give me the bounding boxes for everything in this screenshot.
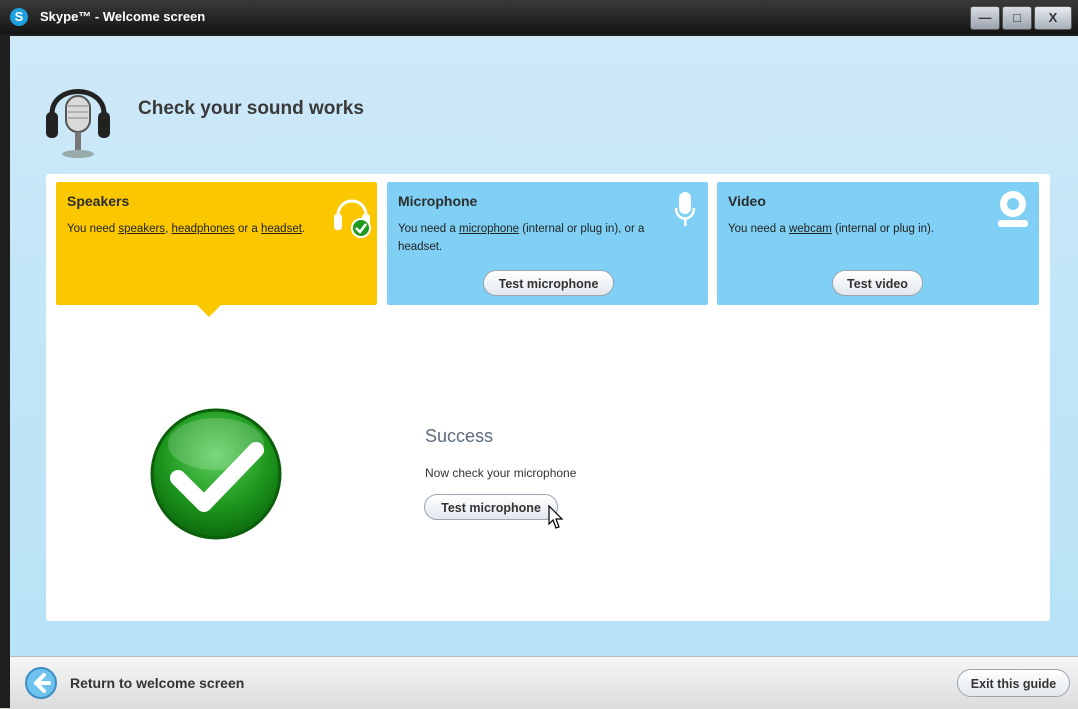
video-text-prefix: You need a bbox=[728, 223, 789, 235]
headphones-check-icon bbox=[334, 199, 371, 238]
microphone-icon bbox=[674, 192, 696, 226]
maximize-button[interactable]: □ bbox=[1002, 6, 1032, 30]
microphone-card[interactable]: Microphone You need a microphone (intern… bbox=[387, 182, 708, 305]
test-video-button[interactable]: Test video bbox=[832, 270, 923, 296]
skype-window: S Skype™ - Welcome screen — □ X Check yo… bbox=[0, 0, 1078, 709]
video-text-suffix: (internal or plug in). bbox=[831, 223, 935, 235]
speakers-text-prefix: You need bbox=[67, 223, 119, 235]
video-card-title: Video bbox=[728, 193, 766, 209]
return-to-welcome-link[interactable]: Return to welcome screen bbox=[70, 675, 244, 691]
microphone-headset-icon bbox=[46, 89, 110, 158]
video-card-text: You need a webcam (internal or plug in). bbox=[728, 220, 998, 238]
speakers-card-text: You need speakers, headphones or a heads… bbox=[67, 220, 337, 238]
success-message: Now check your microphone bbox=[425, 466, 577, 480]
microphone-card-title: Microphone bbox=[398, 193, 478, 209]
window-controls: — □ X bbox=[970, 6, 1072, 30]
speakers-card[interactable]: Speakers You need speakers, headphones o… bbox=[56, 182, 377, 305]
title-bar: S Skype™ - Welcome screen — □ X bbox=[0, 0, 1078, 34]
webcam-icon bbox=[998, 191, 1028, 227]
success-check-icon bbox=[150, 408, 282, 540]
skype-logo-icon: S bbox=[10, 8, 28, 26]
headphones-link[interactable]: headphones bbox=[171, 223, 234, 235]
client-area: Check your sound works Speakers You need… bbox=[10, 36, 1078, 656]
success-title: Success bbox=[425, 426, 494, 446]
minimize-button[interactable]: — bbox=[970, 6, 1000, 30]
page-title: Check your sound works bbox=[138, 98, 364, 119]
speakers-link[interactable]: speakers bbox=[118, 223, 165, 235]
speakers-text-suffix: . bbox=[301, 223, 306, 235]
exit-guide-button[interactable]: Exit this guide bbox=[957, 669, 1070, 697]
test-microphone-card-button[interactable]: Test microphone bbox=[483, 270, 614, 296]
hand-cursor-icon bbox=[548, 504, 564, 529]
test-microphone-button[interactable]: Test microphone bbox=[424, 494, 558, 520]
microphone-card-text: You need a microphone (internal or plug … bbox=[398, 220, 668, 256]
window-title: Skype™ - Welcome screen bbox=[40, 9, 206, 24]
headset-link[interactable]: headset bbox=[261, 223, 302, 235]
speakers-text-sep2: or a bbox=[234, 223, 261, 235]
microphone-text-prefix: You need a bbox=[398, 223, 459, 235]
back-arrow-icon[interactable] bbox=[24, 666, 58, 700]
close-button[interactable]: X bbox=[1034, 6, 1072, 30]
speakers-card-title: Speakers bbox=[67, 193, 130, 209]
footer-bar: Return to welcome screen Exit this guide bbox=[10, 656, 1078, 709]
webcam-link[interactable]: webcam bbox=[789, 223, 832, 235]
selection-pointer bbox=[197, 305, 221, 317]
content-panel: Speakers You need speakers, headphones o… bbox=[46, 174, 1050, 621]
video-card[interactable]: Video You need a webcam (internal or plu… bbox=[717, 182, 1039, 305]
microphone-link[interactable]: microphone bbox=[459, 223, 519, 235]
